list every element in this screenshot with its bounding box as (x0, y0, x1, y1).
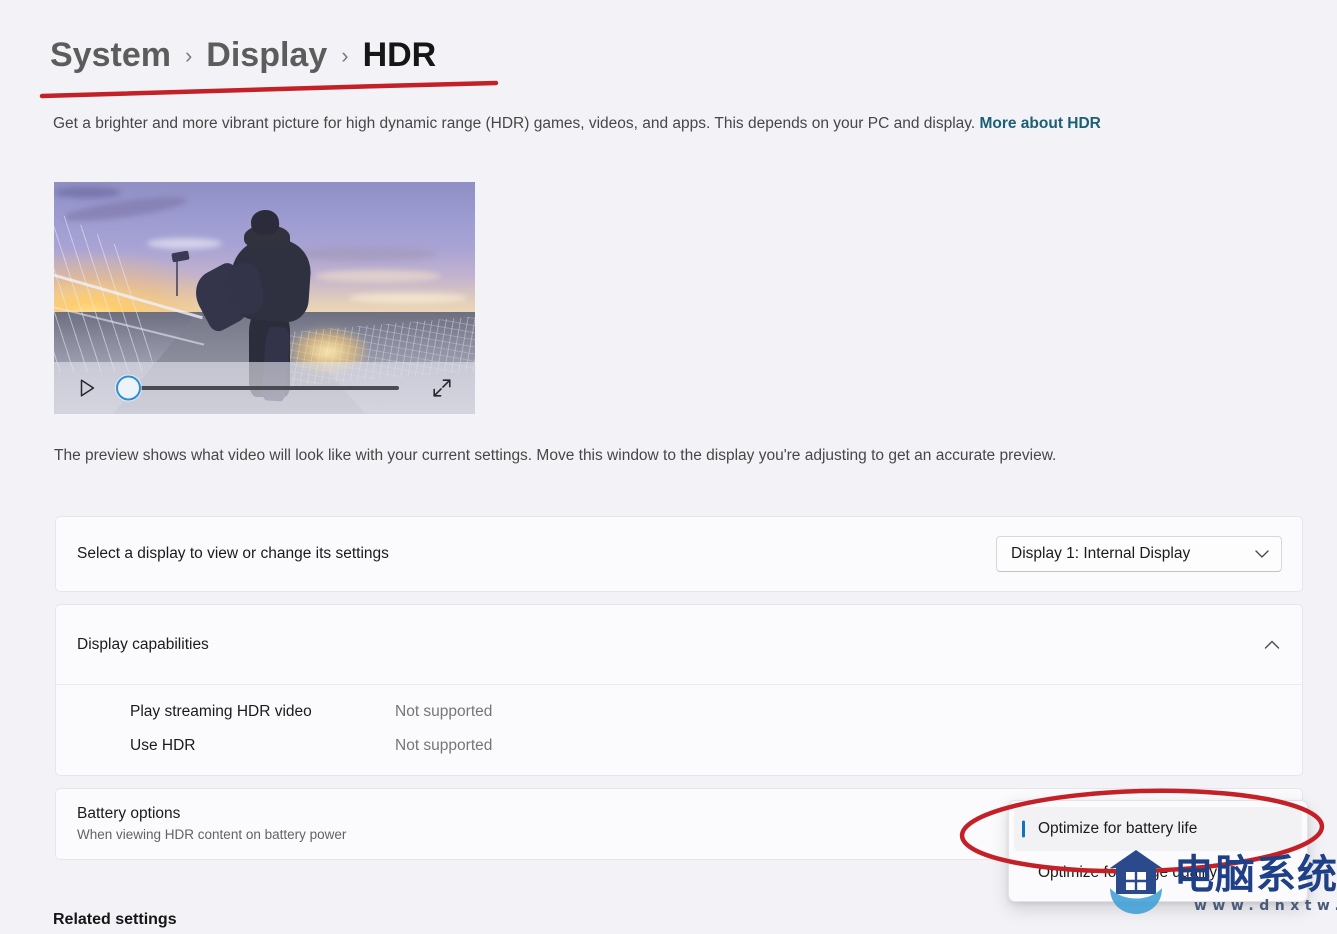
battery-options-title: Battery options (77, 805, 181, 822)
breadcrumb-separator-icon: › (341, 43, 349, 68)
seek-thumb[interactable] (116, 375, 141, 401)
battery-options-subtitle: When viewing HDR content on battery powe… (77, 827, 347, 842)
capability-row: Play streaming HDR video Not supported (130, 703, 1302, 737)
fullscreen-icon[interactable] (431, 377, 453, 399)
display-select-label: Select a display to view or change its s… (77, 545, 389, 562)
capability-value: Not supported (395, 737, 493, 754)
flyout-item-label: Optimize for image quality (1038, 864, 1218, 881)
breadcrumb-item-system[interactable]: System (50, 36, 171, 75)
display-select-value: Display 1: Internal Display (1011, 545, 1191, 562)
capability-name: Use HDR (130, 737, 196, 754)
display-capabilities-card: Display capabilities Play streaming HDR … (55, 604, 1303, 776)
chevron-up-icon[interactable] (1264, 640, 1280, 650)
cloud (348, 293, 467, 303)
display-capabilities-header[interactable]: Display capabilities (56, 605, 1302, 685)
video-controls-bar (54, 362, 475, 414)
battery-options-dropdown-flyout: Optimize for battery life Optimize for i… (1008, 800, 1308, 902)
page-description-text: Get a brighter and more vibrant picture … (53, 115, 980, 132)
flyout-item-optimize-battery-life[interactable]: Optimize for battery life (1014, 807, 1302, 851)
display-select-dropdown[interactable]: Display 1: Internal Display (996, 536, 1282, 572)
breadcrumb-item-hdr: HDR (362, 36, 437, 74)
breadcrumb-separator-icon: › (184, 43, 193, 68)
display-capabilities-title: Display capabilities (77, 635, 209, 653)
breadcrumb: System › Display › HDR (50, 36, 436, 75)
red-underline-annotation (39, 80, 499, 99)
hdr-video-preview[interactable] (54, 182, 475, 414)
lamp-post (176, 258, 179, 296)
display-capabilities-body: Play streaming HDR video Not supported U… (56, 685, 1302, 771)
breadcrumb-item-display[interactable]: Display (206, 36, 327, 75)
chevron-down-icon (1255, 549, 1269, 558)
capability-value: Not supported (395, 703, 493, 720)
capability-row: Use HDR Not supported (130, 737, 1302, 771)
capability-name: Play streaming HDR video (130, 703, 312, 720)
play-icon[interactable] (76, 377, 98, 399)
preview-caption: The preview shows what video will look l… (54, 447, 1057, 464)
more-about-hdr-link[interactable]: More about HDR (979, 115, 1100, 132)
related-settings-heading: Related settings (53, 911, 177, 928)
flyout-item-label: Optimize for battery life (1038, 820, 1198, 837)
page-description: Get a brighter and more vibrant picture … (53, 110, 1299, 137)
cloud (315, 270, 442, 282)
display-select-card: Select a display to view or change its s… (55, 516, 1303, 592)
seek-track (140, 386, 399, 390)
battery-options-text: Battery options When viewing HDR content… (77, 803, 346, 845)
video-seek-slider[interactable] (112, 375, 413, 401)
flyout-item-optimize-image-quality[interactable]: Optimize for image quality (1014, 851, 1302, 895)
